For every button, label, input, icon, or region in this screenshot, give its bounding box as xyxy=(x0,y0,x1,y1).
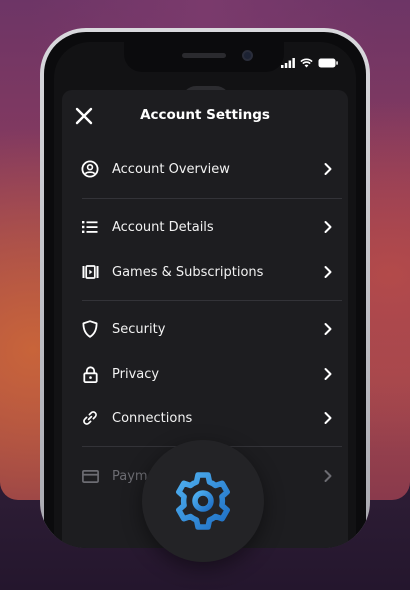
link-icon xyxy=(80,408,100,428)
account-circle-icon xyxy=(80,159,100,179)
divider xyxy=(82,198,342,199)
sheet-header: Account Settings xyxy=(62,102,348,132)
menu-item-label: Security xyxy=(112,321,166,337)
chevron-right-icon xyxy=(324,221,332,233)
menu-item-label: Privacy xyxy=(112,366,160,382)
lock-icon xyxy=(80,364,100,384)
chevron-right-icon xyxy=(324,323,332,335)
speaker xyxy=(182,53,226,58)
battery-icon xyxy=(318,58,338,68)
menu-item-label: Account Overview xyxy=(112,161,230,177)
notch xyxy=(124,42,284,72)
menu-item-label: Games & Subscriptions xyxy=(112,264,264,280)
signal-icon xyxy=(281,58,295,68)
menu-item-account-details[interactable]: Account Details xyxy=(62,210,348,244)
menu-item-account-overview[interactable]: Account Overview xyxy=(62,152,348,186)
chevron-right-icon xyxy=(324,163,332,175)
menu-item-label: Connections xyxy=(112,410,193,426)
settings-badge xyxy=(142,440,264,562)
menu-item-games-subscriptions[interactable]: Games & Subscriptions xyxy=(62,255,348,289)
page-title: Account Settings xyxy=(140,107,270,123)
shield-icon xyxy=(80,319,100,339)
camera xyxy=(242,50,253,61)
chevron-right-icon xyxy=(324,368,332,380)
credit-card-icon xyxy=(80,466,100,486)
list-icon xyxy=(80,217,100,237)
menu-item-security[interactable]: Security xyxy=(62,312,348,346)
menu-item-label: Account Details xyxy=(112,219,214,235)
chevron-right-icon xyxy=(324,470,332,482)
status-bar xyxy=(281,58,338,68)
divider xyxy=(82,300,342,301)
menu-item-privacy[interactable]: Privacy xyxy=(62,357,348,391)
games-icon xyxy=(80,262,100,282)
wifi-icon xyxy=(300,58,313,68)
chevron-right-icon xyxy=(324,266,332,278)
chevron-right-icon xyxy=(324,412,332,424)
menu-item-connections[interactable]: Connections xyxy=(62,401,348,435)
gear-icon xyxy=(176,472,230,530)
